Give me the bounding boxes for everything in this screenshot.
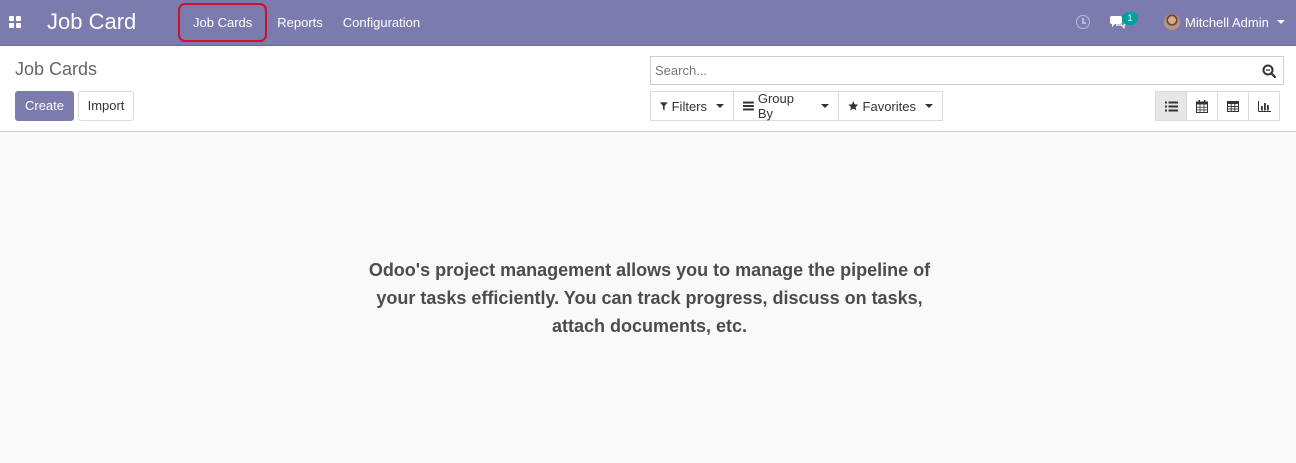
menu-item-configuration[interactable]: Configuration	[333, 3, 430, 42]
breadcrumb: Job Cards	[15, 59, 98, 79]
search-input[interactable]	[655, 57, 1255, 84]
filter-icon	[660, 101, 668, 111]
import-button[interactable]: Import	[78, 91, 134, 121]
favorites-label: Favorites	[862, 98, 916, 114]
star-icon	[848, 101, 859, 111]
filters-button[interactable]: Filters	[650, 91, 734, 121]
chevron-down-icon	[925, 104, 933, 108]
chevron-down-icon[interactable]	[1277, 20, 1285, 24]
app-title[interactable]: Job Card	[47, 8, 136, 36]
pivot-view-button[interactable]	[1217, 91, 1249, 121]
graph-view-button[interactable]	[1248, 91, 1280, 121]
create-button[interactable]: Create	[15, 91, 74, 121]
menu-item-job-cards[interactable]: Job Cards	[178, 3, 268, 42]
calendar-icon	[1196, 99, 1208, 113]
empty-state-help: Odoo's project management allows you to …	[368, 260, 931, 336]
bars-icon	[743, 101, 754, 111]
apps-grid-icon[interactable]	[9, 16, 22, 29]
group-by-button[interactable]: Group By	[733, 91, 839, 121]
calendar-view-button[interactable]	[1186, 91, 1218, 121]
chevron-down-icon	[821, 104, 829, 108]
main-menu: Job Cards Reports Configuration	[178, 3, 430, 42]
view-switcher	[1155, 91, 1280, 121]
top-navbar: Job Card Job Cards Reports Configuration…	[0, 0, 1296, 46]
control-panel: Job Cards Create Import Filters Group By…	[0, 46, 1296, 132]
list-view-button[interactable]	[1155, 91, 1187, 121]
clock-icon[interactable]	[1076, 15, 1090, 29]
avatar[interactable]	[1164, 14, 1180, 30]
search-bar	[650, 56, 1284, 85]
table-icon	[1227, 100, 1239, 112]
filters-label: Filters	[671, 98, 707, 114]
group-by-label: Group By	[757, 91, 794, 121]
user-menu[interactable]: Mitchell Admin	[1185, 15, 1269, 30]
chevron-down-icon	[716, 104, 724, 108]
menu-item-reports[interactable]: Reports	[267, 3, 333, 42]
list-icon	[1164, 101, 1178, 111]
favorites-button[interactable]: Favorites	[838, 91, 943, 121]
bar-chart-icon	[1257, 100, 1271, 112]
message-count-badge: 1	[1122, 12, 1138, 25]
search-icon[interactable]	[1262, 64, 1276, 78]
